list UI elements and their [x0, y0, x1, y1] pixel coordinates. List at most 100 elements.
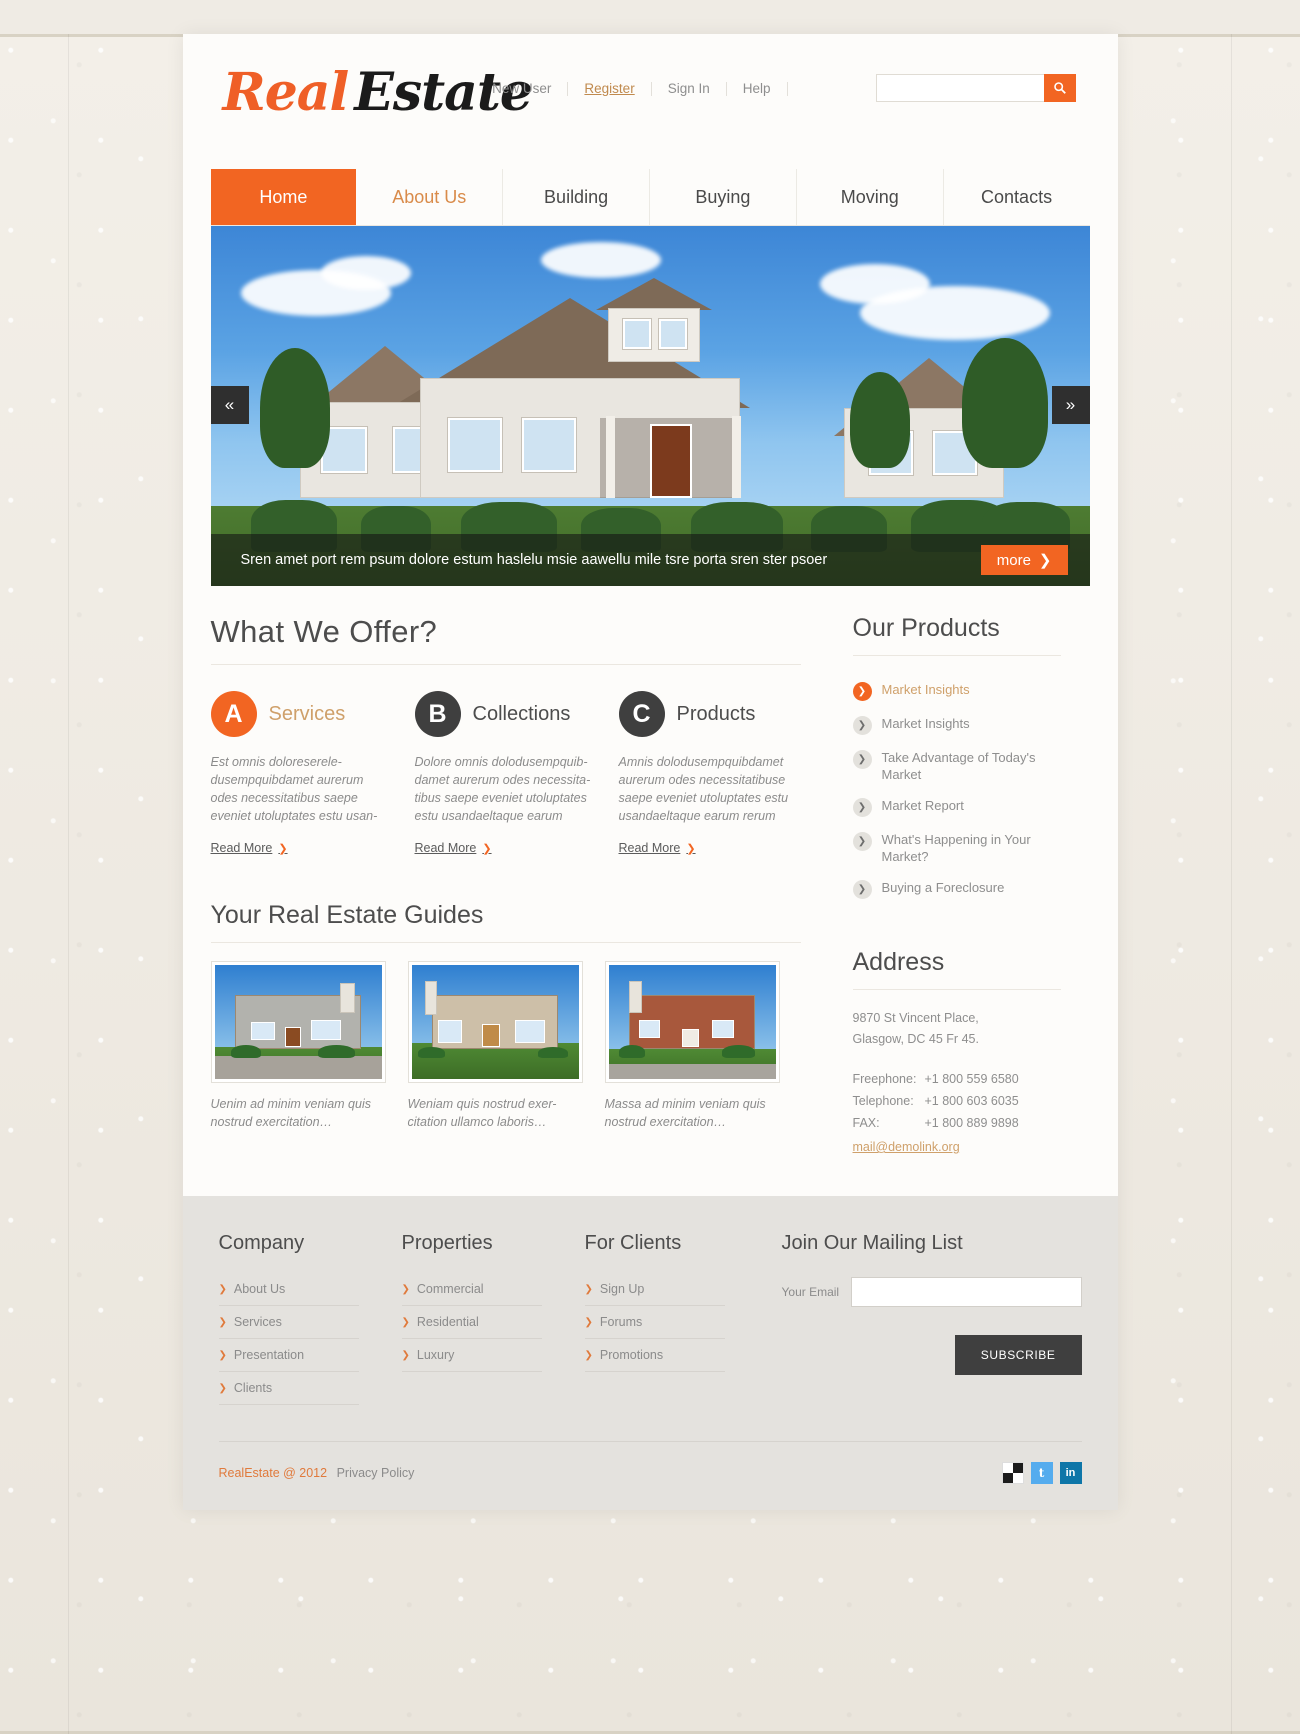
footer-link-sign-up[interactable]: ❯ Sign Up — [584, 1273, 725, 1306]
footer-link-label: Sign Up — [599, 1282, 645, 1296]
chevron-right-icon: ❯ — [584, 1283, 593, 1295]
read-more-label: Read More — [210, 841, 273, 855]
hero-slider: « » Sren amet port rem psum dolore estum… — [210, 226, 1090, 586]
link-sign-in[interactable]: Sign In — [652, 82, 727, 96]
twitter-icon[interactable]: t — [1030, 1462, 1053, 1484]
address-heading: Address — [852, 948, 1061, 990]
contact-email-link[interactable]: mail@demolink.org — [853, 1140, 960, 1154]
footer-link-promotions[interactable]: ❯ Promotions — [584, 1339, 725, 1372]
nav-item-building[interactable]: Building — [503, 169, 650, 225]
offer-text: Amnis dolodusempquibdamet aurerum odes n… — [618, 755, 789, 823]
nav-item-contacts[interactable]: Contacts — [944, 169, 1090, 225]
guide-thumbnail[interactable] — [604, 961, 780, 1083]
search-button[interactable] — [1043, 74, 1076, 102]
link-help[interactable]: Help — [727, 82, 788, 96]
left-guide-line — [68, 34, 69, 1734]
offer-card: A Services Est omnis doloreserele-dusemp… — [210, 691, 393, 857]
offer-title-collections: Collections — [472, 702, 571, 725]
address-street: 9870 St Vincent Place, — [852, 1011, 979, 1025]
product-item-market-insights-2[interactable]: ❯ Market Insights — [852, 708, 1061, 742]
delicious-icon[interactable] — [1001, 1462, 1024, 1484]
read-more-label: Read More — [618, 841, 681, 855]
footer-column-mailing-list: Join Our Mailing List Your Email SUBSCRI… — [782, 1232, 1082, 1405]
product-item-take-advantage[interactable]: ❯ Take Advantage of Today's Market — [852, 742, 1061, 790]
search-icon — [1053, 82, 1066, 94]
contact-label: Telephone: — [852, 1094, 914, 1108]
linkedin-icon[interactable]: in — [1059, 1462, 1082, 1484]
footer-link-label: Promotions — [599, 1348, 664, 1362]
products-list: ❯ Market Insights ❯ Market Insights ❯ Ta… — [852, 674, 1061, 906]
slider-caption-bar: Sren amet port rem psum dolore estum has… — [210, 534, 1090, 586]
email-field[interactable] — [851, 1277, 1082, 1307]
read-more-collections[interactable]: Read More ❯ — [415, 841, 492, 855]
nav-item-home[interactable]: Home — [210, 169, 357, 225]
slide-image — [210, 226, 1090, 586]
product-label: Take Advantage of Today's Market — [881, 750, 1036, 782]
footer-heading-properties: Properties — [401, 1232, 493, 1254]
footer-heading-for-clients: For Clients — [584, 1232, 682, 1254]
footer-link-commercial[interactable]: ❯ Commercial — [401, 1273, 542, 1306]
subscribe-button[interactable]: SUBSCRIBE — [954, 1335, 1082, 1375]
product-item-market-insights-1[interactable]: ❯ Market Insights — [852, 674, 1061, 708]
content-right-column: Our Products ❯ Market Insights ❯ Market … — [831, 614, 1061, 1156]
chevron-right-icon: ❯ — [401, 1283, 410, 1295]
site-footer: Company ❯ About Us ❯ Services ❯ Presenta… — [182, 1196, 1118, 1510]
product-item-buying-foreclosure[interactable]: ❯ Buying a Foreclosure — [852, 872, 1061, 906]
link-new-user[interactable]: New User — [476, 82, 569, 96]
footer-link-label: Forums — [599, 1315, 643, 1329]
slider-next-button[interactable]: » — [1051, 386, 1090, 424]
offers-list: A Services Est omnis doloreserele-dusemp… — [210, 691, 801, 857]
chevron-right-icon: ❯ — [278, 842, 288, 855]
chevron-right-icon: ❯ — [218, 1316, 227, 1328]
read-more-products[interactable]: Read More ❯ — [619, 841, 696, 855]
main-content: What We Offer? A Services Est omnis dolo… — [183, 586, 1118, 1196]
guides-heading: Your Real Estate Guides — [210, 901, 801, 943]
footer-link-about-us[interactable]: ❯ About Us — [218, 1273, 359, 1306]
chevron-right-icon: ❯ — [1038, 552, 1052, 569]
offer-badge-b: B — [414, 691, 461, 737]
chevron-right-icon: ❯ — [218, 1382, 227, 1394]
contact-fax: FAX: +1 800 889 9898 — [853, 1112, 1061, 1134]
chevron-right-icon: ❯ — [584, 1316, 593, 1328]
slider-prev-button[interactable]: « — [210, 386, 249, 424]
footer-link-forums[interactable]: ❯ Forums — [584, 1306, 725, 1339]
chevron-right-icon: ❯ — [686, 842, 696, 855]
offer-text: Dolore omnis dolodusempquib-damet aureru… — [414, 755, 591, 823]
page-container: Real Estate New User Register Sign In Hel… — [182, 34, 1118, 1510]
contact-value: +1 800 559 6580 — [924, 1072, 1019, 1086]
footer-column-properties: Properties ❯ Commercial ❯ Residential ❯ … — [401, 1232, 585, 1405]
contact-value: +1 800 603 6035 — [924, 1094, 1019, 1108]
chevron-right-icon: ❯ — [401, 1316, 410, 1328]
privacy-policy-link[interactable]: Privacy Policy — [337, 1466, 415, 1480]
guide-caption: Weniam quis nostrud exer-citation ullamc… — [407, 1097, 557, 1129]
footer-link-residential[interactable]: ❯ Residential — [401, 1306, 542, 1339]
link-register[interactable]: Register — [568, 82, 652, 96]
guide-caption: Massa ad minim veniam quis nostrud exerc… — [604, 1097, 766, 1129]
nav-item-moving[interactable]: Moving — [797, 169, 944, 225]
contact-label: Freephone: — [852, 1072, 917, 1086]
guide-thumbnail[interactable] — [210, 961, 386, 1083]
contact-value: +1 800 889 9898 — [924, 1116, 1019, 1130]
product-label: Market Insights — [881, 682, 970, 697]
copyright: RealEstate @ 2012 Privacy Policy — [219, 1466, 415, 1480]
slider-more-label: more — [996, 551, 1031, 569]
guide-item: Uenim ad minim veniam quis nostrud exerc… — [210, 961, 386, 1131]
offer-title-products: Products — [676, 702, 756, 725]
search-input[interactable] — [875, 74, 1044, 102]
footer-link-label: Luxury — [416, 1348, 455, 1362]
footer-bottom-bar: RealEstate @ 2012 Privacy Policy t in — [218, 1441, 1082, 1510]
nav-item-buying[interactable]: Buying — [650, 169, 797, 225]
product-item-whats-happening[interactable]: ❯ What's Happening in Your Market? — [852, 824, 1061, 872]
products-heading: Our Products — [852, 614, 1061, 656]
slider-more-button[interactable]: more ❯ — [980, 545, 1068, 575]
guide-thumbnail[interactable] — [407, 961, 583, 1083]
nav-item-about-us[interactable]: About Us — [356, 169, 504, 225]
footer-link-presentation[interactable]: ❯ Presentation — [218, 1339, 359, 1372]
footer-link-services[interactable]: ❯ Services — [218, 1306, 359, 1339]
chevron-right-icon: ❯ — [218, 1349, 227, 1361]
read-more-services[interactable]: Read More ❯ — [211, 841, 288, 855]
chevron-right-icon: ❯ — [852, 682, 872, 701]
footer-link-clients[interactable]: ❯ Clients — [218, 1372, 359, 1405]
footer-link-luxury[interactable]: ❯ Luxury — [401, 1339, 542, 1372]
product-item-market-report[interactable]: ❯ Market Report — [852, 790, 1061, 824]
